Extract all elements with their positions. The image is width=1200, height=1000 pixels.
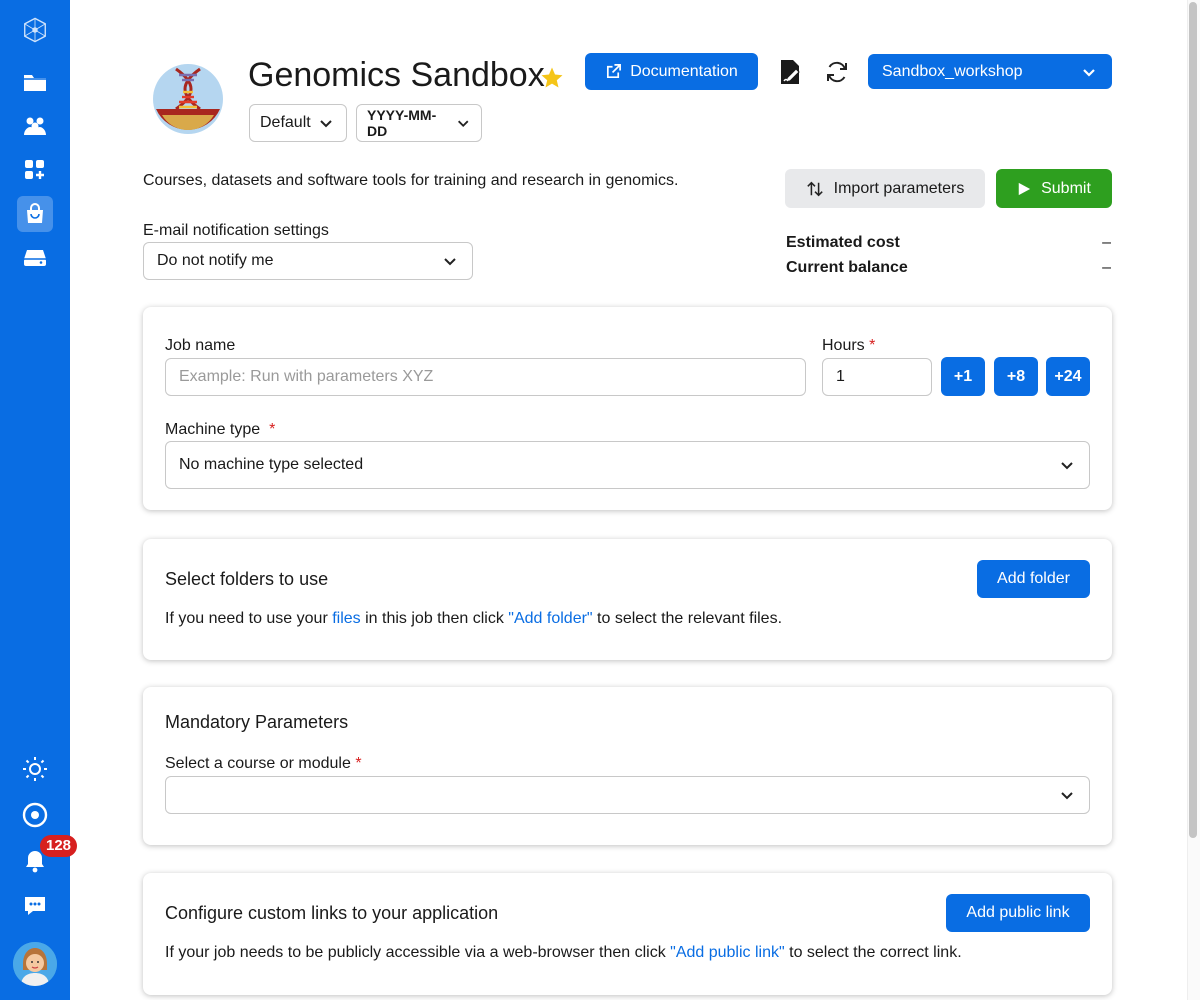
- date-select-value: YYYY-MM-DD: [367, 107, 437, 139]
- custom-links-card: Configure custom links to your applicati…: [143, 873, 1112, 995]
- swap-vertical-icon: [806, 181, 823, 196]
- favorite-star-icon[interactable]: [540, 66, 564, 90]
- course-select[interactable]: [165, 776, 1090, 814]
- custom-links-title: Configure custom links to your applicati…: [165, 903, 499, 923]
- chat-icon[interactable]: [17, 888, 53, 924]
- chevron-down-icon: [319, 120, 332, 128]
- add-8-hours-button[interactable]: +8: [994, 357, 1038, 396]
- app-description: Courses, datasets and software tools for…: [143, 172, 679, 189]
- resources-icon[interactable]: [17, 152, 53, 188]
- machine-type-label: Machine type *: [165, 421, 276, 438]
- version-select[interactable]: Default: [249, 104, 347, 142]
- drives-icon[interactable]: [17, 240, 53, 276]
- workspace-select[interactable]: Sandbox_workshop: [868, 54, 1112, 89]
- mandatory-parameters-card: Mandatory Parameters Select a course or …: [143, 687, 1112, 845]
- documentation-button[interactable]: Documentation: [585, 53, 758, 90]
- job-name-placeholder: Example: Run with parameters XYZ: [179, 368, 434, 385]
- custom-links-help-text: If your job needs to be publicly accessi…: [165, 944, 962, 961]
- import-parameters-button[interactable]: Import parameters: [785, 169, 985, 208]
- external-link-icon: [607, 64, 622, 79]
- add-public-link-link[interactable]: "Add public link": [670, 944, 785, 961]
- folders-title: Select folders to use: [165, 569, 329, 589]
- chevron-down-icon: [1061, 462, 1073, 470]
- notification-settings-value: Do not notify me: [157, 252, 274, 269]
- current-balance-row: Current balance –: [786, 259, 1111, 277]
- hours-label: Hours *: [822, 337, 876, 354]
- job-name-label: Job name: [165, 337, 236, 354]
- documentation-button-label: Documentation: [630, 62, 738, 80]
- current-balance-label: Current balance: [786, 259, 908, 276]
- job-settings-card: Job name Example: Run with parameters XY…: [143, 307, 1112, 510]
- chevron-down-icon: [444, 258, 456, 266]
- add-public-link-button[interactable]: Add public link: [946, 894, 1090, 932]
- folders-help-text: If you need to use your files in this jo…: [165, 610, 783, 627]
- mandatory-parameters-title: Mandatory Parameters: [165, 712, 349, 732]
- chevron-down-icon: [457, 120, 468, 128]
- add-folder-button[interactable]: Add folder: [977, 560, 1090, 598]
- job-name-input[interactable]: Example: Run with parameters XYZ: [165, 358, 806, 396]
- workspace-select-value: Sandbox_workshop: [882, 62, 1023, 80]
- course-select-label: Select a course or module *: [165, 755, 362, 772]
- estimated-cost-label: Estimated cost: [786, 234, 900, 251]
- add-folder-link[interactable]: "Add folder": [508, 610, 592, 627]
- estimated-cost-value: –: [1102, 234, 1111, 251]
- submit-button[interactable]: Submit: [996, 169, 1112, 208]
- machine-type-value: No machine type selected: [179, 456, 364, 473]
- applications-icon[interactable]: [17, 196, 53, 232]
- scrollbar-thumb[interactable]: [1189, 2, 1197, 838]
- page-title: Genomics Sandbox: [248, 56, 545, 94]
- edit-document-icon[interactable]: [775, 56, 807, 88]
- refresh-icon[interactable]: [821, 56, 853, 88]
- machine-type-select[interactable]: No machine type selected: [165, 441, 1090, 489]
- estimated-cost-row: Estimated cost –: [786, 234, 1111, 252]
- chevron-down-icon: [1083, 68, 1095, 77]
- add-1-hour-button[interactable]: +1: [941, 357, 985, 396]
- date-select[interactable]: YYYY-MM-DD: [356, 104, 482, 142]
- add-24-hours-button[interactable]: +24: [1046, 357, 1090, 396]
- main-content: Genomics Sandbox Default YYYY-MM-DD Docu…: [70, 0, 1187, 1000]
- files-link[interactable]: files: [332, 610, 360, 627]
- version-select-value: Default: [260, 114, 311, 131]
- folders-card: Select folders to use Add folder If you …: [143, 539, 1112, 660]
- app-logo: [152, 63, 224, 135]
- hours-value: 1: [836, 368, 845, 385]
- sidebar: 128: [0, 0, 78, 1000]
- hours-input[interactable]: 1: [822, 358, 932, 396]
- logo-icon[interactable]: [16, 11, 54, 49]
- notification-settings-label: E-mail notification settings: [143, 222, 329, 239]
- support-icon[interactable]: [17, 797, 53, 833]
- files-icon[interactable]: [17, 64, 53, 100]
- notification-settings-select[interactable]: Do not notify me: [143, 242, 473, 280]
- current-balance-value: –: [1102, 259, 1111, 276]
- avatar[interactable]: [13, 942, 57, 986]
- theme-toggle-icon[interactable]: [17, 751, 53, 787]
- chevron-down-icon: [1061, 792, 1073, 800]
- projects-icon[interactable]: [17, 108, 53, 144]
- play-icon: [1018, 182, 1031, 195]
- submit-label: Submit: [1041, 179, 1091, 197]
- import-parameters-label: Import parameters: [833, 179, 965, 197]
